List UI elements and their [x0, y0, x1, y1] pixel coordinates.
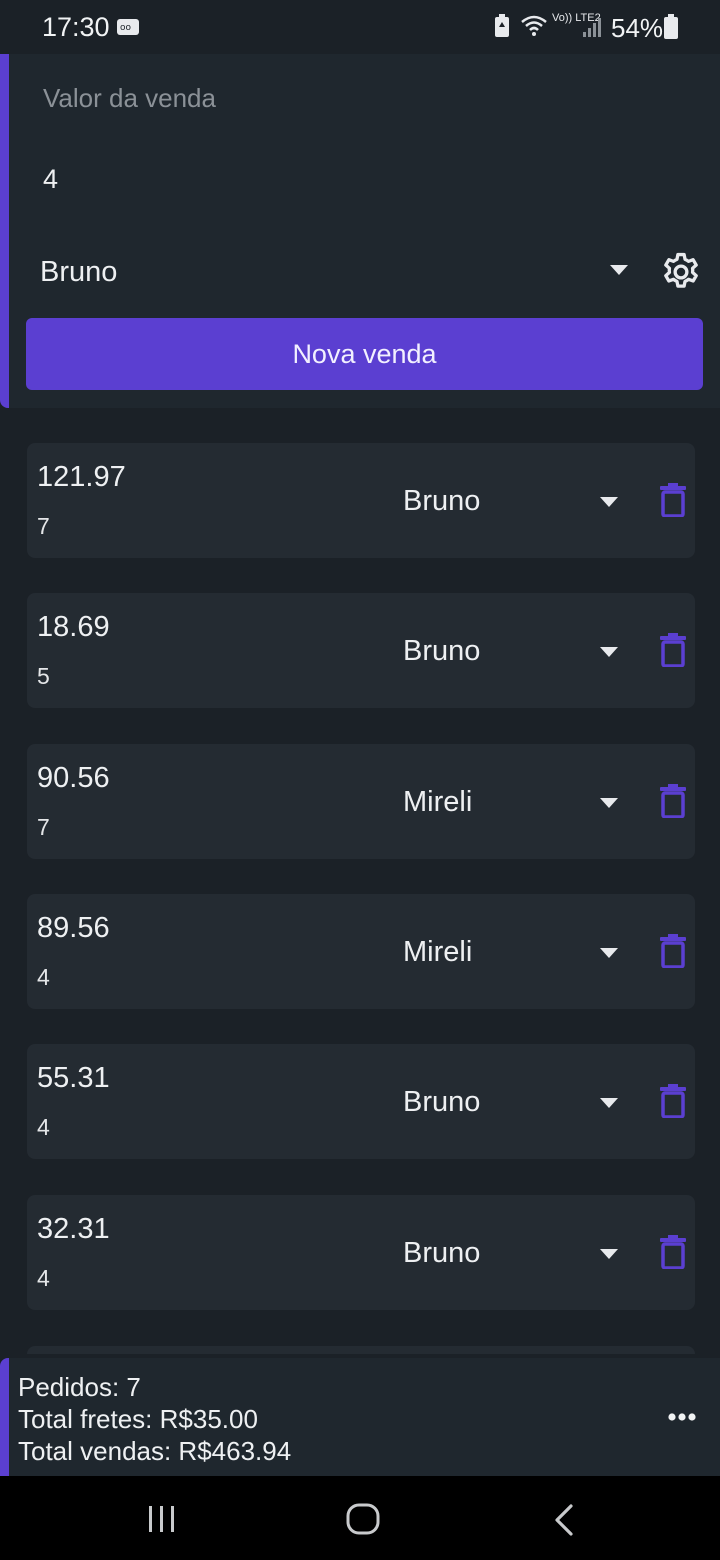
sale-shipping[interactable]: 4	[37, 1265, 50, 1292]
list-item[interactable]: 32.31 4 Bruno	[27, 1195, 695, 1310]
sale-value[interactable]: 32.31	[37, 1213, 110, 1246]
sale-shipping[interactable]: 7	[37, 814, 50, 841]
sale-value[interactable]: 89.56	[37, 912, 110, 945]
dropdown-caret-icon[interactable]	[600, 497, 618, 507]
sale-shipping[interactable]: 7	[37, 513, 50, 540]
sale-value-input[interactable]: Valor da venda	[43, 83, 216, 114]
recents-icon[interactable]	[146, 1505, 178, 1533]
sale-shipping[interactable]: 4	[37, 1114, 50, 1141]
orders-count: Pedidos: 7	[18, 1372, 141, 1402]
shipping-value-input[interactable]: 4	[43, 164, 58, 195]
svg-text:oo: oo	[120, 23, 132, 33]
row-seller-select[interactable]: Bruno	[403, 635, 480, 668]
trash-icon[interactable]	[660, 483, 686, 517]
seller-select-value: Bruno	[40, 256, 118, 288]
total-shipping: Total fretes: R$35.00	[18, 1404, 258, 1434]
row-seller-select[interactable]: Bruno	[403, 485, 480, 518]
dropdown-caret-icon[interactable]	[600, 798, 618, 808]
summary-accent-bar	[0, 1358, 9, 1476]
new-sale-form: Valor da venda 4 Bruno Nova venda	[0, 54, 720, 408]
summary-panel: Pedidos: 7 Total fretes: R$35.00 Total v…	[0, 1358, 720, 1476]
row-seller-select[interactable]: Bruno	[403, 1237, 480, 1270]
list-item[interactable]: 18.69 5 Bruno	[27, 593, 695, 708]
dropdown-caret-icon	[610, 265, 628, 275]
status-time: 17:30	[42, 12, 110, 42]
list-item[interactable]: 121.97 7 Bruno	[27, 443, 695, 558]
dropdown-caret-icon[interactable]	[600, 1249, 618, 1259]
sale-shipping[interactable]: 5	[37, 663, 50, 690]
more-options-icon[interactable]	[664, 1402, 700, 1432]
new-sale-button[interactable]: Nova venda	[26, 318, 703, 390]
sale-value[interactable]: 121.97	[37, 461, 126, 494]
trash-icon[interactable]	[660, 934, 686, 968]
list-item-partial	[27, 1346, 695, 1354]
sale-value[interactable]: 18.69	[37, 611, 110, 644]
seller-select[interactable]: Bruno	[26, 244, 638, 298]
list-item[interactable]: 89.56 4 Mireli	[27, 894, 695, 1009]
list-item[interactable]: 55.31 4 Bruno	[27, 1044, 695, 1159]
sale-shipping[interactable]: 4	[37, 964, 50, 991]
battery-percentage: 54%	[611, 13, 664, 43]
notification-icon: oo	[117, 19, 139, 35]
dropdown-caret-icon[interactable]	[600, 948, 618, 958]
trash-icon[interactable]	[660, 1084, 686, 1118]
trash-icon[interactable]	[660, 784, 686, 818]
battery-icon	[664, 14, 678, 39]
status-bar: 17:30 oo Vo)) LTE2 54%	[0, 0, 720, 54]
trash-icon[interactable]	[660, 1235, 686, 1269]
home-icon[interactable]	[346, 1503, 380, 1535]
battery-saver-icon	[495, 14, 509, 37]
row-seller-select[interactable]: Bruno	[403, 1086, 480, 1119]
row-seller-select[interactable]: Mireli	[403, 786, 472, 819]
form-accent-bar	[0, 54, 9, 408]
sale-value[interactable]: 90.56	[37, 762, 110, 795]
row-seller-select[interactable]: Mireli	[403, 936, 472, 969]
wifi-icon	[521, 15, 547, 36]
dropdown-caret-icon[interactable]	[600, 1098, 618, 1108]
signal-icon	[583, 18, 601, 37]
back-icon[interactable]	[553, 1504, 575, 1536]
dropdown-caret-icon[interactable]	[600, 647, 618, 657]
sale-value[interactable]: 55.31	[37, 1062, 110, 1095]
settings-gear-icon[interactable]	[659, 250, 703, 294]
system-navigation-bar	[0, 1476, 720, 1560]
trash-icon[interactable]	[660, 633, 686, 667]
list-item[interactable]: 90.56 7 Mireli	[27, 744, 695, 859]
total-sales: Total vendas: R$463.94	[18, 1436, 292, 1466]
